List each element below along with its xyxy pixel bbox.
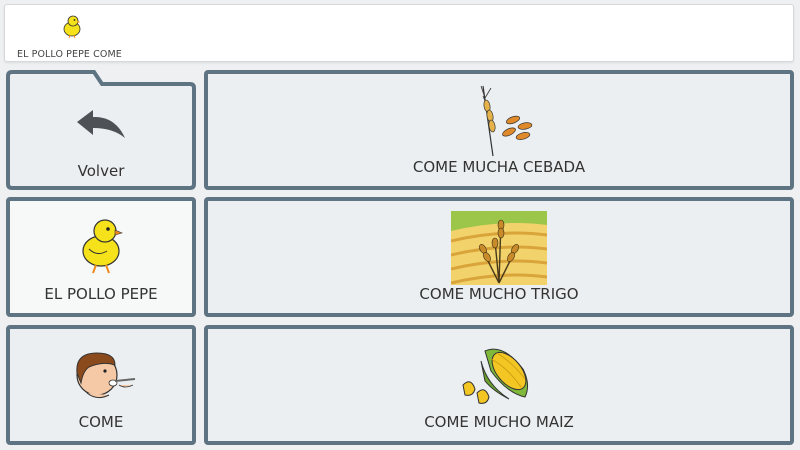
message-item-label: EL POLLO PEPE COME — [17, 49, 122, 60]
cell-come[interactable]: COME — [6, 325, 196, 445]
wheat-field-icon — [451, 211, 547, 285]
chick-icon — [82, 219, 123, 274]
message-item[interactable]: EL POLLO PEPE COME — [11, 11, 131, 61]
back-button[interactable]: Volver — [6, 70, 196, 190]
cell-el-pollo-pepe[interactable]: EL POLLO PEPE — [6, 197, 196, 317]
cell-label: COME MUCHA CEBADA — [412, 158, 586, 176]
boy-eating-icon — [76, 352, 136, 399]
cell-come-mucho-trigo[interactable]: COME MUCHO TRIGO — [204, 197, 794, 317]
cell-come-mucha-cebada[interactable]: COME MUCHA CEBADA — [204, 70, 794, 190]
cell-come-mucho-maiz[interactable]: COME MUCHO MAIZ — [204, 325, 794, 445]
chick-icon — [63, 15, 81, 39]
undo-arrow-icon — [77, 110, 125, 138]
back-button-label: Volver — [77, 162, 125, 180]
barley-icon — [480, 85, 533, 157]
cell-label: COME — [78, 413, 124, 431]
corn-icon — [462, 348, 529, 404]
message-bar[interactable]: EL POLLO PEPE COME — [4, 4, 794, 62]
cell-label: EL POLLO PEPE — [44, 285, 158, 303]
cell-label: COME MUCHO TRIGO — [419, 285, 579, 303]
cell-label: COME MUCHO MAIZ — [424, 413, 574, 431]
